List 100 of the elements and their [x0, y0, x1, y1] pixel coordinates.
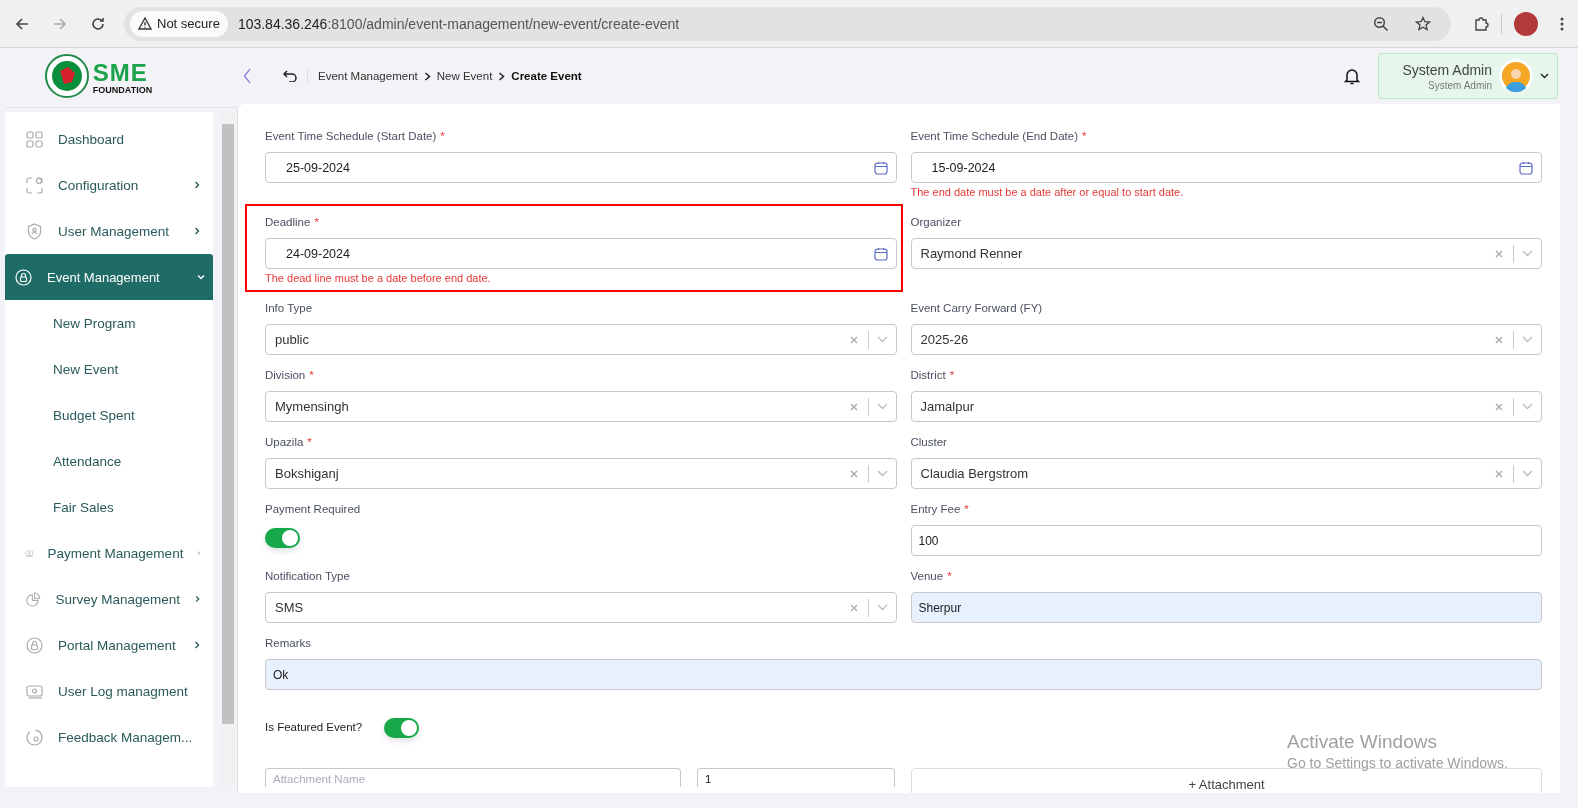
field-label: Entry Fee	[910, 503, 961, 517]
profile-avatar[interactable]	[1514, 11, 1538, 36]
user-role: System Admin	[1427, 79, 1492, 91]
clear-icon[interactable]	[1495, 402, 1503, 411]
grid-icon	[25, 129, 44, 149]
field-label: Cluster	[910, 436, 947, 450]
required-mark: *	[314, 216, 319, 230]
collapse-chevron-icon[interactable]	[243, 68, 251, 84]
breadcrumb-link[interactable]: Event Management	[318, 70, 418, 82]
chevron-down-icon	[1540, 73, 1549, 79]
submenu-item[interactable]: New Program	[5, 300, 213, 346]
reload-icon[interactable]	[90, 15, 106, 32]
user-menu[interactable]: System Admin System Admin	[1377, 53, 1558, 99]
calendar-icon[interactable]	[873, 246, 888, 261]
logo-mark: SME	[92, 58, 148, 85]
clear-icon[interactable]	[849, 603, 858, 612]
date-field[interactable]: 15-09-2024	[910, 152, 1542, 183]
date-field[interactable]: 25-09-2024	[265, 152, 897, 183]
field-label: Division	[265, 369, 306, 383]
lock-icon	[25, 635, 44, 655]
required-mark: *	[947, 570, 952, 584]
select-field[interactable]: Bokshiganj	[265, 458, 897, 489]
emblem-icon	[44, 54, 89, 98]
chevron-down-icon[interactable]	[1522, 250, 1533, 257]
chevron-down-icon[interactable]	[1522, 470, 1533, 477]
chevron-down-icon[interactable]	[1522, 336, 1533, 343]
settings-icon	[25, 175, 44, 195]
required-mark: *	[949, 369, 955, 383]
clear-icon[interactable]	[849, 335, 858, 344]
field-label: Payment Required	[265, 503, 361, 517]
text-field[interactable]: 100	[910, 525, 1542, 556]
more-menu-icon[interactable]	[1560, 15, 1564, 32]
sidebar-item[interactable]: Payment Management	[5, 530, 213, 576]
clear-icon[interactable]	[1495, 335, 1503, 344]
chevron-down-icon[interactable]	[876, 336, 888, 343]
toggle-switch[interactable]	[265, 528, 300, 548]
submenu-item[interactable]: Fair Sales	[5, 484, 213, 530]
select-field[interactable]: public	[265, 324, 897, 355]
text-field[interactable]: Sherpur	[910, 592, 1542, 623]
count-field[interactable]: 1	[697, 768, 895, 787]
required-mark: *	[964, 503, 969, 517]
chevron-right-icon	[423, 71, 431, 81]
field-label: Event Time Schedule (Start Date)	[265, 130, 437, 144]
error-message: The dead line must be a date before end date.	[265, 272, 492, 284]
field-label: Venue	[910, 570, 944, 584]
submenu-item[interactable]: Budget Spent	[5, 392, 213, 438]
url-text: 103.84.36.246:8100/admin/event-management/new-event/create-event	[237, 15, 680, 32]
back-arrow-icon[interactable]	[14, 15, 30, 32]
sidebar-item[interactable]: Survey Management	[5, 576, 213, 622]
submenu-item[interactable]: Attendance	[5, 438, 213, 484]
select-field[interactable]: Raymond Renner	[910, 238, 1542, 269]
warning-icon	[138, 17, 152, 30]
zoom-out-icon[interactable]	[1373, 15, 1389, 32]
sidebar-item[interactable]: Configuration	[5, 162, 213, 208]
clear-icon[interactable]	[1495, 249, 1503, 258]
sidebar-item[interactable]: Dashboard	[5, 116, 213, 162]
field-label: Event Carry Forward (FY)	[910, 302, 1043, 316]
calendar-icon[interactable]	[1519, 160, 1533, 175]
clear-icon[interactable]	[849, 402, 858, 411]
chevron-down-icon[interactable]	[876, 604, 888, 611]
field-label: Organizer	[910, 216, 961, 230]
sidebar-item[interactable]: User Log managment	[5, 668, 213, 714]
forward-arrow-icon[interactable]	[52, 15, 68, 32]
select-field[interactable]: Mymensingh	[265, 391, 897, 422]
text-field[interactable]: Ok	[265, 659, 1542, 690]
address-bar[interactable]: Not secure 103.84.36.246:8100/admin/event-management/new-event/create-event	[124, 6, 1451, 41]
bell-icon[interactable]	[1343, 67, 1360, 85]
sidebar-item[interactable]: Event Management	[5, 254, 213, 300]
security-chip[interactable]: Not secure	[130, 10, 228, 37]
field-label: Remarks	[265, 637, 311, 651]
required-mark: *	[440, 130, 445, 144]
pie-chart-icon	[25, 589, 42, 609]
extensions-icon[interactable]	[1473, 15, 1489, 32]
logo-caption: FOUNDATION	[92, 85, 153, 95]
chevron-down-icon[interactable]	[876, 403, 888, 410]
chevron-right-icon	[498, 71, 506, 81]
select-field[interactable]: Jamalpur	[910, 391, 1542, 422]
calendar-icon[interactable]	[873, 160, 888, 175]
clear-icon[interactable]	[1495, 469, 1503, 478]
select-field[interactable]: 2025-26	[910, 324, 1542, 355]
sidebar-item[interactable]: Feedback Managem...	[5, 714, 213, 760]
toggle-switch[interactable]	[384, 718, 420, 738]
sidebar-item[interactable]: User Management	[5, 208, 213, 254]
field-label: Info Type	[265, 302, 313, 316]
date-field[interactable]: 24-09-2024	[265, 238, 897, 269]
star-icon[interactable]	[1415, 15, 1431, 32]
field-label: Upazila	[265, 436, 304, 450]
breadcrumb-link[interactable]: New Event	[436, 70, 493, 82]
submenu-item[interactable]: New Event	[5, 346, 213, 392]
undo-arrow-icon[interactable]	[283, 70, 297, 82]
chevron-down-icon[interactable]	[876, 470, 888, 477]
select-field[interactable]: SMS	[265, 592, 897, 623]
select-field[interactable]: Claudia Bergstrom	[910, 458, 1542, 489]
error-message: The end date must be a date after or equal to start date.	[910, 186, 1185, 198]
field-label: District	[910, 369, 946, 383]
field-label: Event Time Schedule (End Date)	[910, 130, 1078, 144]
chevron-down-icon[interactable]	[1522, 403, 1533, 410]
sidebar-item[interactable]: Portal Management	[5, 622, 213, 668]
clear-icon[interactable]	[849, 469, 858, 478]
required-mark: *	[307, 436, 312, 450]
